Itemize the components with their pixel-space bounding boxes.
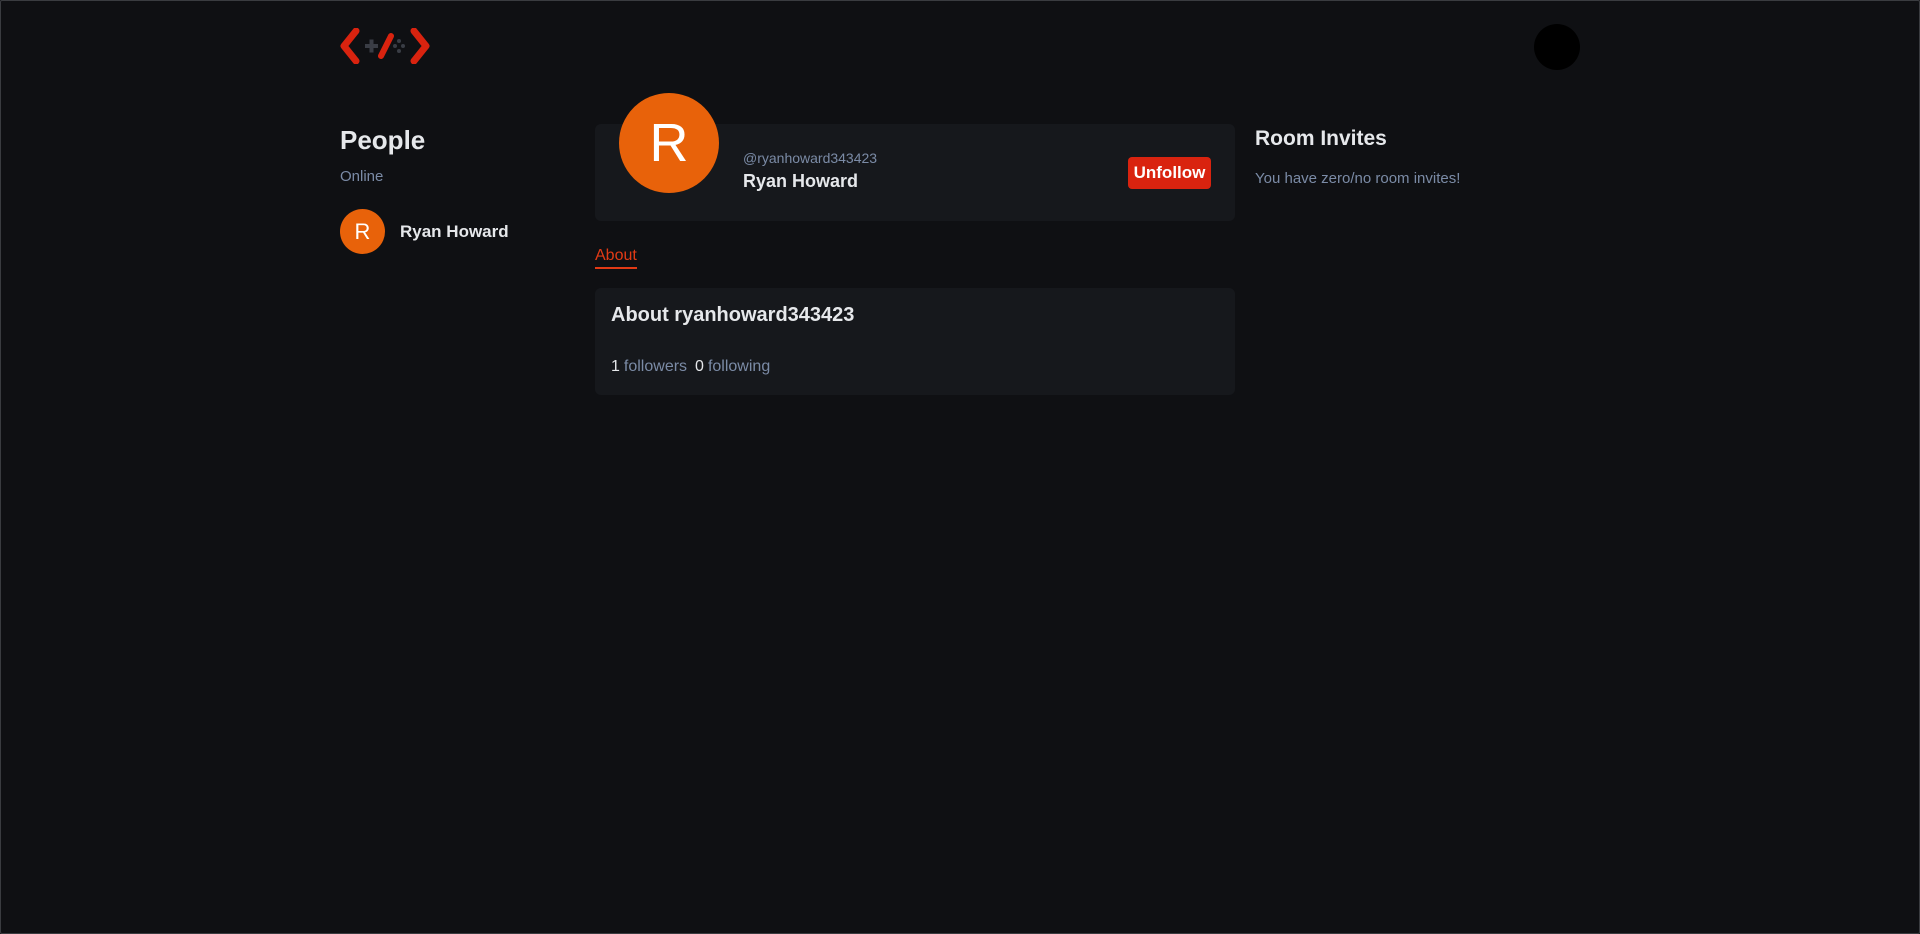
following-label: following <box>707 358 771 375</box>
room-invites-panel: Room Invites You have zero/no room invit… <box>1255 126 1575 187</box>
user-menu-avatar[interactable] <box>1534 24 1580 70</box>
unfollow-button[interactable]: Unfollow <box>1128 157 1211 189</box>
person-avatar: R <box>340 209 385 254</box>
about-card: About ryanhoward343423 1 followers 0 follo… <box>595 288 1235 395</box>
online-label: Online <box>340 168 384 185</box>
tab-about[interactable]: About <box>595 247 637 269</box>
person-name: Ryan Howard <box>400 221 509 241</box>
people-title: People <box>340 125 426 155</box>
followers-stat[interactable]: 1 followers <box>611 358 687 376</box>
followers-count: 1 <box>611 358 620 375</box>
followers-label: followers <box>623 358 688 375</box>
room-invites-title: Room Invites <box>1255 127 1387 150</box>
profile-avatar: R <box>619 93 719 193</box>
room-invites-empty-text: You have zero/no room invites! <box>1255 170 1461 187</box>
people-sidebar: People Online R Ryan Howard <box>340 124 560 254</box>
about-title: About ryanhoward343423 <box>611 304 855 326</box>
profile-name: Ryan Howard <box>743 171 859 191</box>
follow-stats: 1 followers 0 following <box>611 358 770 376</box>
following-stat[interactable]: 0 following <box>695 358 770 376</box>
code-gamepad-logo-icon <box>340 27 430 65</box>
site-logo[interactable] <box>340 27 430 65</box>
person-item-ryan-howard[interactable]: R Ryan Howard <box>340 209 560 254</box>
profile-handle: @ryanhoward343423 <box>743 150 878 166</box>
following-count: 0 <box>695 358 704 375</box>
